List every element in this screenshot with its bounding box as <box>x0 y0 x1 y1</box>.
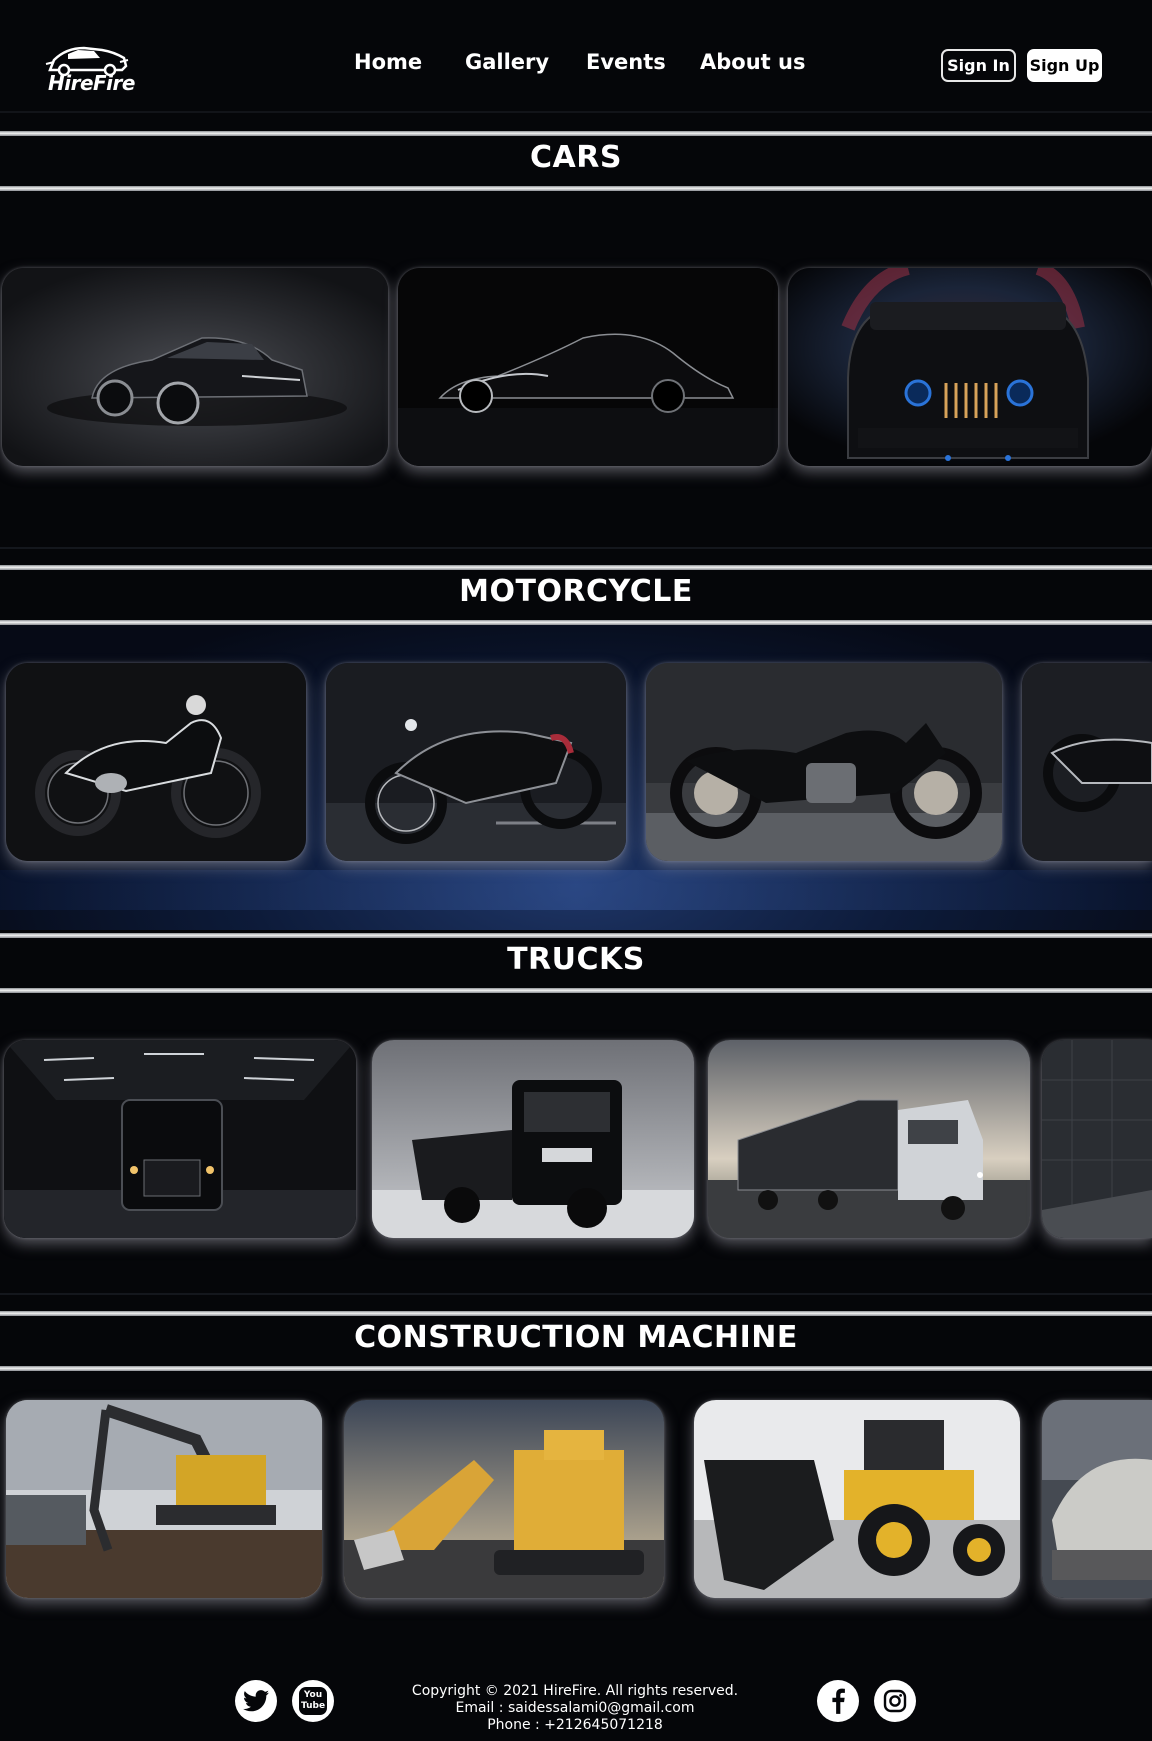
bulldozer-image <box>1042 1400 1152 1598</box>
triumph-bobber-image <box>646 663 1002 861</box>
jeep-wrangler-image <box>788 268 1152 466</box>
section-header-construction: CONSTRUCTION MACHINE <box>0 1311 1152 1371</box>
truck-card-mack[interactable] <box>4 1040 356 1238</box>
nav-gallery[interactable]: Gallery <box>465 50 549 74</box>
email-text: Email : saidessalami0@gmail.com <box>455 1700 695 1716</box>
vintage-bmw-motorcycle-image <box>6 663 306 861</box>
section-title: MOTORCYCLE <box>459 574 693 609</box>
machine-card-bulldozer[interactable] <box>1042 1400 1152 1598</box>
section-divider <box>0 547 1152 549</box>
cruiser-motorcycle-image <box>1022 663 1152 861</box>
twitter-bird-icon <box>243 1690 269 1712</box>
facebook-icon[interactable] <box>817 1680 859 1722</box>
truck-card-iveco-road-train[interactable] <box>708 1040 1030 1238</box>
motorcycle-card-custom[interactable] <box>326 663 626 861</box>
twitter-icon[interactable] <box>235 1680 277 1722</box>
truck-card-iveco-dump[interactable] <box>372 1040 694 1238</box>
iveco-road-train-image <box>708 1040 1030 1238</box>
car-card-jeep[interactable] <box>788 268 1152 466</box>
mack-truck-image <box>4 1040 356 1238</box>
maserati-sedan-image <box>2 268 388 466</box>
backhoe-loader-image <box>694 1400 1020 1598</box>
site-header: HireFire Home Gallery Events About us Si… <box>0 0 1152 113</box>
section-divider <box>0 1293 1152 1295</box>
custom-chopper-image <box>326 663 626 861</box>
sign-up-button[interactable]: Sign Up <box>1027 49 1102 82</box>
youtube-icon[interactable]: You Tube <box>292 1680 334 1722</box>
section-header-motorcycle: MOTORCYCLE <box>0 565 1152 625</box>
nav-about-us[interactable]: About us <box>700 50 805 74</box>
vintage-coupe-image <box>398 268 778 466</box>
motorcycle-card-cruiser[interactable] <box>1022 663 1152 861</box>
machine-card-backhoe-loader[interactable] <box>694 1400 1020 1598</box>
section-header-cars: CARS <box>0 131 1152 191</box>
motorcycle-card-bmw[interactable] <box>6 663 306 861</box>
motorcycle-card-triumph[interactable] <box>646 663 1002 861</box>
car-card-maserati[interactable] <box>2 268 388 466</box>
section-title: CARS <box>530 140 622 175</box>
site-footer: You Tube Copyright © 2021 HireFire. All … <box>0 1655 1152 1741</box>
mining-shovel-image <box>344 1400 664 1598</box>
copyright-text: Copyright © 2021 HireFire. All rights re… <box>411 1683 739 1699</box>
machine-card-mining-shovel[interactable] <box>344 1400 664 1598</box>
section-title: CONSTRUCTION MACHINE <box>354 1320 798 1355</box>
sign-in-button[interactable]: Sign In <box>941 49 1016 82</box>
truck-card-tunnel[interactable] <box>1042 1040 1152 1238</box>
nav-events[interactable]: Events <box>586 50 666 74</box>
nav-home[interactable]: Home <box>354 50 422 74</box>
footer-info: Copyright © 2021 HireFire. All rights re… <box>380 1683 770 1734</box>
youtube-label: You Tube <box>299 1687 327 1715</box>
phone-text: Phone : +212645071218 <box>487 1717 663 1733</box>
instagram-icon[interactable] <box>874 1680 916 1722</box>
iveco-dump-truck-image <box>372 1040 694 1238</box>
volvo-excavator-image <box>6 1400 322 1598</box>
machine-card-volvo-excavator[interactable] <box>6 1400 322 1598</box>
truck-in-tunnel-image <box>1042 1040 1152 1238</box>
section-header-trucks: TRUCKS <box>0 933 1152 993</box>
section-title: TRUCKS <box>507 942 645 977</box>
instagram-camera-icon <box>883 1689 907 1713</box>
car-card-vintage[interactable] <box>398 268 778 466</box>
facebook-f-icon <box>832 1688 845 1714</box>
